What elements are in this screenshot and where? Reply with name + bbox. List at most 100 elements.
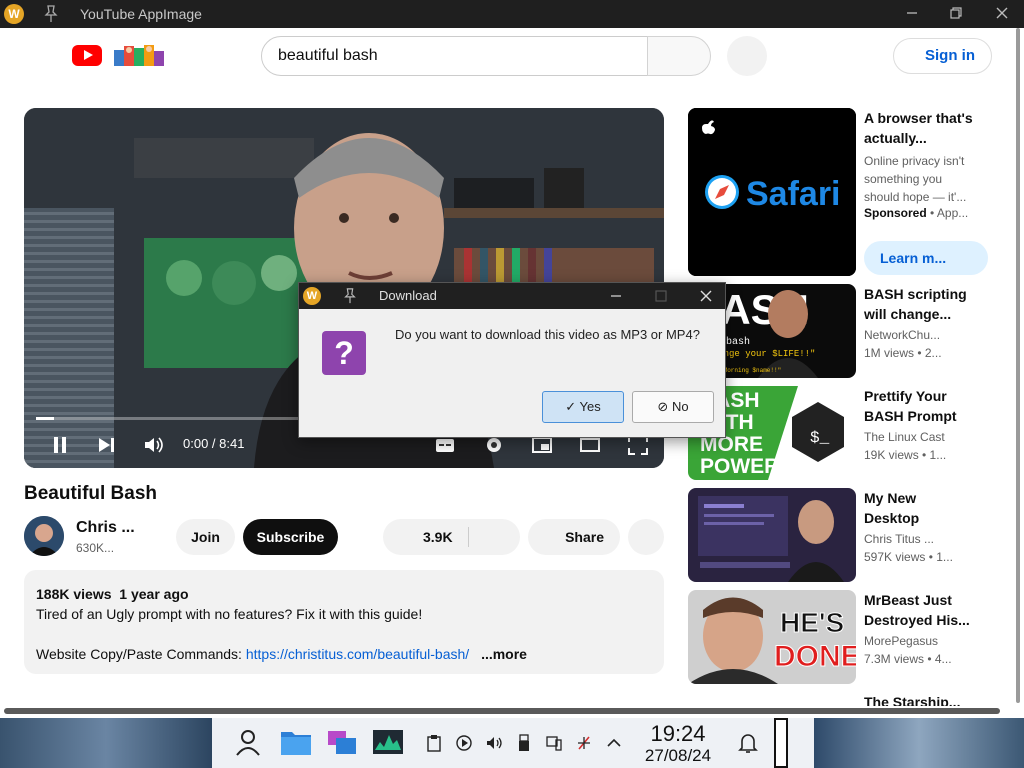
- pin-icon[interactable]: [44, 5, 58, 23]
- video-progress-fill: [36, 417, 55, 420]
- file-manager-icon[interactable]: [280, 728, 312, 756]
- upload-age: 1 year ago: [119, 586, 189, 602]
- display-icon[interactable]: [546, 734, 562, 752]
- dialog-app-icon: W: [303, 287, 321, 305]
- show-more-button[interactable]: ...more: [481, 646, 527, 662]
- recommendation-title: My New Desktop: [864, 490, 920, 526]
- avatar-image: [24, 516, 64, 556]
- taskbar-panel: 19:24 27/08/24: [212, 718, 814, 768]
- restore-icon[interactable]: [948, 5, 964, 21]
- yes-label: Yes: [579, 399, 601, 414]
- horizontal-scrollbar[interactable]: [4, 708, 1000, 714]
- notifications-bell-icon[interactable]: [738, 732, 758, 754]
- thumb-line-1: HE'S: [780, 607, 844, 638]
- no-button[interactable]: ⊘ No: [632, 391, 714, 423]
- view-count: 188K views: [36, 586, 112, 602]
- ad-advertiser: App...: [936, 206, 969, 220]
- thumb-terminal-prompt: $_: [810, 429, 830, 447]
- description-website: Website Copy/Paste Commands: https://chr…: [36, 644, 652, 664]
- dialog-close-icon[interactable]: [699, 289, 713, 303]
- voice-search-button[interactable]: [727, 36, 767, 76]
- dialog-title: Download: [379, 288, 437, 303]
- ad-title[interactable]: A browser that's actually...: [864, 108, 974, 148]
- recommendation-channel: The Linux Cast: [864, 430, 945, 444]
- recommendation-title: Prettify Your BASH Prompt: [864, 388, 957, 424]
- recommendation-item[interactable]: The Starship...: [688, 692, 988, 706]
- recommendation-channel: Chris Titus ...: [864, 532, 935, 546]
- learn-more-button[interactable]: Learn m...: [864, 241, 988, 275]
- youtube-logo-icon[interactable]: [72, 45, 102, 66]
- more-actions-button[interactable]: [628, 519, 664, 555]
- pause-icon[interactable]: [49, 434, 71, 456]
- app-logo-icon: W: [4, 4, 24, 24]
- description-box[interactable]: 188K views 1 year ago Tired of an Ugly p…: [24, 570, 664, 674]
- ad-brand-text: Safari: [746, 175, 841, 213]
- website-link[interactable]: https://christitus.com/beautiful-bash/: [246, 646, 469, 662]
- safari-ad-image: Safari: [688, 108, 856, 276]
- window-switcher-icon[interactable]: [326, 728, 358, 756]
- dislike-button[interactable]: [469, 519, 519, 555]
- clock[interactable]: 19:24 27/08/24: [638, 722, 718, 766]
- recommendation-item[interactable]: HE'S DONE MrBeast Just Destroyed His... …: [688, 590, 988, 684]
- next-icon[interactable]: [95, 434, 117, 456]
- recommendation-item[interactable]: BASH /bin/bash "Change your $LIFE!!" "Go…: [688, 284, 988, 378]
- subscribe-label: Subscribe: [256, 529, 325, 545]
- question-icon: ?: [322, 331, 366, 375]
- search-button[interactable]: [647, 36, 711, 76]
- recommendation-item[interactable]: My New Desktop Chris Titus ... 597K view…: [688, 488, 988, 582]
- recommendation-meta: 7.3M views • 4...: [864, 652, 952, 666]
- vertical-scrollbar[interactable]: [1016, 28, 1020, 703]
- clipboard-icon[interactable]: [426, 734, 442, 752]
- close-icon[interactable]: [994, 5, 1010, 21]
- like-dislike-group: 3.9K: [383, 519, 520, 555]
- website-label: Website Copy/Paste Commands:: [36, 646, 242, 662]
- doodle-icon[interactable]: [112, 42, 166, 68]
- window-titlebar: W YouTube AppImage: [0, 0, 1024, 28]
- video-title: Beautiful Bash: [24, 483, 158, 504]
- show-desktop-button[interactable]: [774, 718, 788, 768]
- usb-device-icon[interactable]: [516, 734, 532, 752]
- join-label: Join: [191, 529, 220, 545]
- description-meta: 188K views 1 year ago: [36, 584, 652, 604]
- recommendation-channel: MorePegasus: [864, 634, 939, 648]
- download-dialog: W Download ? Do you want to download thi…: [298, 282, 726, 438]
- user-icon[interactable]: [234, 728, 262, 756]
- volume-tray-icon[interactable]: [486, 734, 502, 752]
- recommendation-title: BASH scripting will change...: [864, 286, 967, 322]
- network-disconnected-icon[interactable]: [576, 734, 592, 752]
- thumb-line-4: POWER!: [700, 455, 786, 478]
- media-player-icon[interactable]: [456, 734, 472, 752]
- check-icon: ✓: [565, 399, 577, 414]
- join-button[interactable]: Join: [176, 519, 235, 555]
- channel-avatar[interactable]: [24, 516, 64, 556]
- channel-name[interactable]: Chris ...: [76, 519, 135, 537]
- cancel-icon: ⊘: [657, 399, 669, 414]
- dialog-message: Do you want to download this video as MP…: [395, 327, 700, 342]
- dialog-maximize-icon: [655, 290, 667, 302]
- sign-in-label: Sign in: [925, 47, 975, 64]
- recommendation-thumbnail: HE'S DONE: [688, 590, 856, 684]
- dialog-pin-icon[interactable]: [343, 288, 357, 304]
- system-monitor-icon[interactable]: [372, 728, 404, 756]
- sign-in-button[interactable]: Sign in: [893, 38, 992, 74]
- tray-expand-icon[interactable]: [606, 734, 622, 752]
- share-button[interactable]: Share: [528, 519, 620, 555]
- window-title: YouTube AppImage: [80, 6, 202, 22]
- wallpaper-right: [814, 718, 1024, 768]
- like-button[interactable]: 3.9K: [423, 519, 453, 555]
- dialog-minimize-icon[interactable]: [609, 289, 623, 303]
- clock-date: 27/08/24: [644, 746, 712, 765]
- volume-icon[interactable]: [142, 434, 164, 456]
- video-time: 0:00 / 8:41: [183, 436, 245, 451]
- share-label: Share: [565, 529, 604, 545]
- yes-button[interactable]: ✓ Yes: [542, 391, 624, 423]
- wallpaper-left: [0, 718, 212, 768]
- minimize-icon[interactable]: [904, 5, 920, 21]
- subscribe-button[interactable]: Subscribe: [243, 519, 338, 555]
- taskbar: 19:24 27/08/24: [0, 718, 1024, 768]
- recommendation-meta: 1M views • 2...: [864, 346, 942, 360]
- recommendation-item[interactable]: BASH WITH MORE POWER! $_ Prettify Your B…: [688, 386, 988, 480]
- search-input[interactable]: beautiful bash: [261, 36, 648, 76]
- ad-thumbnail[interactable]: Safari: [688, 108, 856, 276]
- ad-description: Online privacy isn't something you shoul…: [864, 154, 967, 204]
